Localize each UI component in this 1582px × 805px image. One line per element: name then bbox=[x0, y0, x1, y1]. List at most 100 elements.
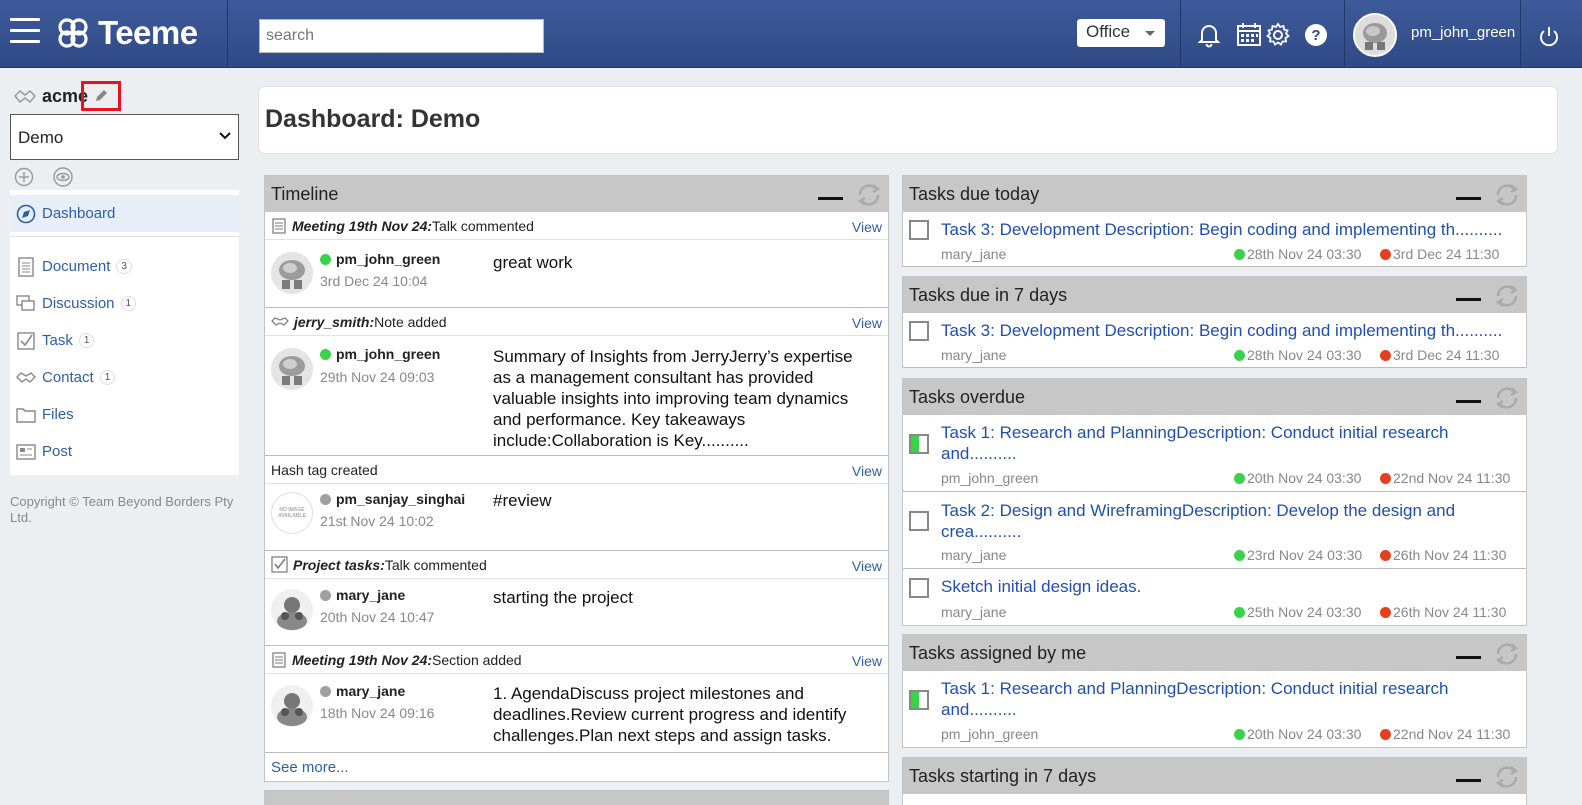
task-title-link[interactable]: Task 2: Design and WireframingDescriptio… bbox=[941, 500, 1521, 542]
start-dot-icon bbox=[1234, 549, 1245, 561]
minimize-icon[interactable] bbox=[1456, 656, 1481, 659]
refresh-icon[interactable] bbox=[1492, 281, 1522, 311]
view-link[interactable]: View bbox=[852, 558, 882, 574]
widget-title: Tasks overdue bbox=[909, 387, 1026, 407]
timeline-user[interactable]: pm_sanjay_singhai bbox=[320, 491, 465, 507]
timeline-user[interactable]: pm_john_green bbox=[320, 346, 440, 362]
refresh-icon[interactable] bbox=[1492, 383, 1522, 413]
sidebar-item-document[interactable]: Document 3 bbox=[10, 248, 239, 285]
refresh-icon[interactable] bbox=[1492, 639, 1522, 669]
task-start-date: 20th Nov 24 03:30 bbox=[1234, 470, 1361, 486]
eye-icon[interactable] bbox=[52, 167, 74, 187]
task-end-date: 22nd Nov 24 11:30 bbox=[1380, 470, 1510, 486]
task-title-link[interactable]: Task 1: Research and PlanningDescription… bbox=[941, 678, 1521, 720]
task-assignee: mary_jane bbox=[941, 547, 1007, 563]
avatar bbox=[271, 589, 313, 631]
view-link[interactable]: View bbox=[852, 463, 882, 479]
widget-header: Tasks due in 7 days bbox=[903, 277, 1526, 313]
task-title-link[interactable]: Task 3: Development Description: Begin c… bbox=[941, 219, 1521, 240]
timeline-date: 21st Nov 24 10:02 bbox=[320, 513, 434, 529]
help-icon[interactable]: ? bbox=[1304, 23, 1328, 47]
user-avatar[interactable] bbox=[1353, 13, 1397, 57]
timeline-user[interactable]: mary_jane bbox=[320, 683, 405, 699]
task-start-text: 20th Nov 24 03:30 bbox=[1247, 726, 1362, 742]
sidebar-item-contact[interactable]: Contact 1 bbox=[10, 359, 239, 396]
minimize-icon[interactable] bbox=[818, 197, 843, 200]
task-progress-checkbox[interactable] bbox=[909, 578, 929, 598]
app-logo[interactable]: Teeme bbox=[56, 14, 198, 52]
task-end-text: 3rd Dec 24 11:30 bbox=[1393, 246, 1500, 262]
widget-header: Tasks starting in 7 days bbox=[903, 758, 1526, 794]
calendar-icon[interactable] bbox=[1236, 22, 1262, 48]
caret-down-icon bbox=[1145, 31, 1155, 36]
workspace-dropdown[interactable]: Office bbox=[1077, 19, 1165, 47]
task-title-link[interactable]: Task 1: Research and PlanningDescription… bbox=[941, 422, 1521, 464]
count-badge: 3 bbox=[116, 259, 132, 274]
timeline-text: Summary of Insights from JerryJerry’s ex… bbox=[493, 347, 853, 450]
minimize-icon[interactable] bbox=[1456, 197, 1481, 200]
pencil-icon bbox=[96, 90, 107, 101]
end-dot-icon bbox=[1380, 728, 1391, 740]
task-progress-checkbox[interactable] bbox=[909, 690, 929, 710]
sidebar-divider bbox=[10, 236, 239, 237]
bell-icon[interactable] bbox=[1197, 22, 1221, 48]
task-title-link[interactable]: Task 3: Development Description: Begin c… bbox=[941, 320, 1521, 341]
page-title: Dashboard: Demo bbox=[265, 105, 481, 133]
edit-org-button[interactable] bbox=[81, 81, 121, 111]
sidebar-item-label: Files bbox=[42, 406, 74, 423]
timeline-context: Meeting 19th Nov 24: bbox=[292, 651, 433, 668]
task-progress-checkbox[interactable] bbox=[909, 220, 929, 240]
timeline-action: Section added bbox=[432, 651, 522, 668]
timeline-user[interactable]: mary_jane bbox=[320, 587, 405, 603]
see-more-link[interactable]: See more... bbox=[271, 759, 349, 776]
handshake-icon bbox=[271, 316, 289, 326]
avatar bbox=[271, 685, 313, 727]
sidebar-item-post[interactable]: Post bbox=[10, 433, 239, 470]
view-link[interactable]: View bbox=[852, 315, 882, 331]
dashboard-select[interactable]: Demo bbox=[10, 114, 239, 160]
handshake-icon bbox=[16, 368, 36, 388]
minimize-icon[interactable] bbox=[1456, 400, 1481, 403]
timeline-item-header: Hash tag created View bbox=[265, 456, 888, 484]
task-row: Task 1: Research and PlanningDescription… bbox=[903, 671, 1526, 748]
avatar-image-icon bbox=[271, 252, 313, 294]
task-title-link[interactable]: Sketch initial design ideas. bbox=[941, 576, 1521, 597]
gear-icon[interactable] bbox=[1265, 22, 1291, 48]
timeline-date: 29th Nov 24 09:03 bbox=[320, 369, 435, 385]
menu-icon[interactable] bbox=[10, 18, 40, 46]
refresh-icon[interactable] bbox=[1492, 762, 1522, 792]
timeline-date: 18th Nov 24 09:16 bbox=[320, 705, 435, 721]
top-bar: Teeme Office ? pm_john_green bbox=[0, 0, 1582, 68]
timeline-action: Hash tag created bbox=[271, 461, 378, 478]
online-status-icon bbox=[320, 253, 331, 265]
minimize-icon[interactable] bbox=[1456, 298, 1481, 301]
widget-title: Tasks due in 7 days bbox=[909, 285, 1068, 305]
timeline-user-name: mary_jane bbox=[336, 683, 406, 699]
refresh-icon[interactable] bbox=[1492, 180, 1522, 210]
timeline-item-header: Meeting 19th Nov 24: Talk commented View bbox=[265, 212, 888, 240]
offline-status-icon bbox=[320, 685, 331, 697]
timeline-item: Project tasks: Talk commented View mary_… bbox=[265, 551, 888, 646]
task-end-text: 26th Nov 24 11:30 bbox=[1393, 604, 1507, 620]
username-label[interactable]: pm_john_green bbox=[1411, 24, 1515, 41]
task-progress-checkbox[interactable] bbox=[909, 321, 929, 341]
timeline-user-name: pm_john_green bbox=[336, 346, 441, 362]
add-circle-icon[interactable] bbox=[14, 167, 34, 187]
refresh-icon[interactable] bbox=[854, 180, 884, 210]
task-progress-checkbox[interactable] bbox=[909, 434, 929, 454]
task-end-date: 26th Nov 24 11:30 bbox=[1380, 547, 1506, 563]
sidebar-item-discussion[interactable]: Discussion 1 bbox=[10, 285, 239, 322]
timeline-user[interactable]: pm_john_green bbox=[320, 251, 440, 267]
task-start-date: 23rd Nov 24 03:30 bbox=[1234, 547, 1362, 563]
minimize-icon[interactable] bbox=[1456, 779, 1481, 782]
widget-title: Timeline bbox=[271, 184, 339, 204]
sidebar-item-task[interactable]: Task 1 bbox=[10, 322, 239, 359]
search-input[interactable] bbox=[259, 19, 544, 53]
power-icon[interactable] bbox=[1538, 26, 1560, 48]
timeline-item: Meeting 19th Nov 24: Talk commented View… bbox=[265, 212, 888, 308]
view-link[interactable]: View bbox=[852, 219, 882, 235]
task-progress-checkbox[interactable] bbox=[909, 511, 929, 531]
sidebar-item-dashboard[interactable]: Dashboard bbox=[10, 195, 239, 232]
view-link[interactable]: View bbox=[852, 653, 882, 669]
sidebar-item-files[interactable]: Files bbox=[10, 396, 239, 433]
